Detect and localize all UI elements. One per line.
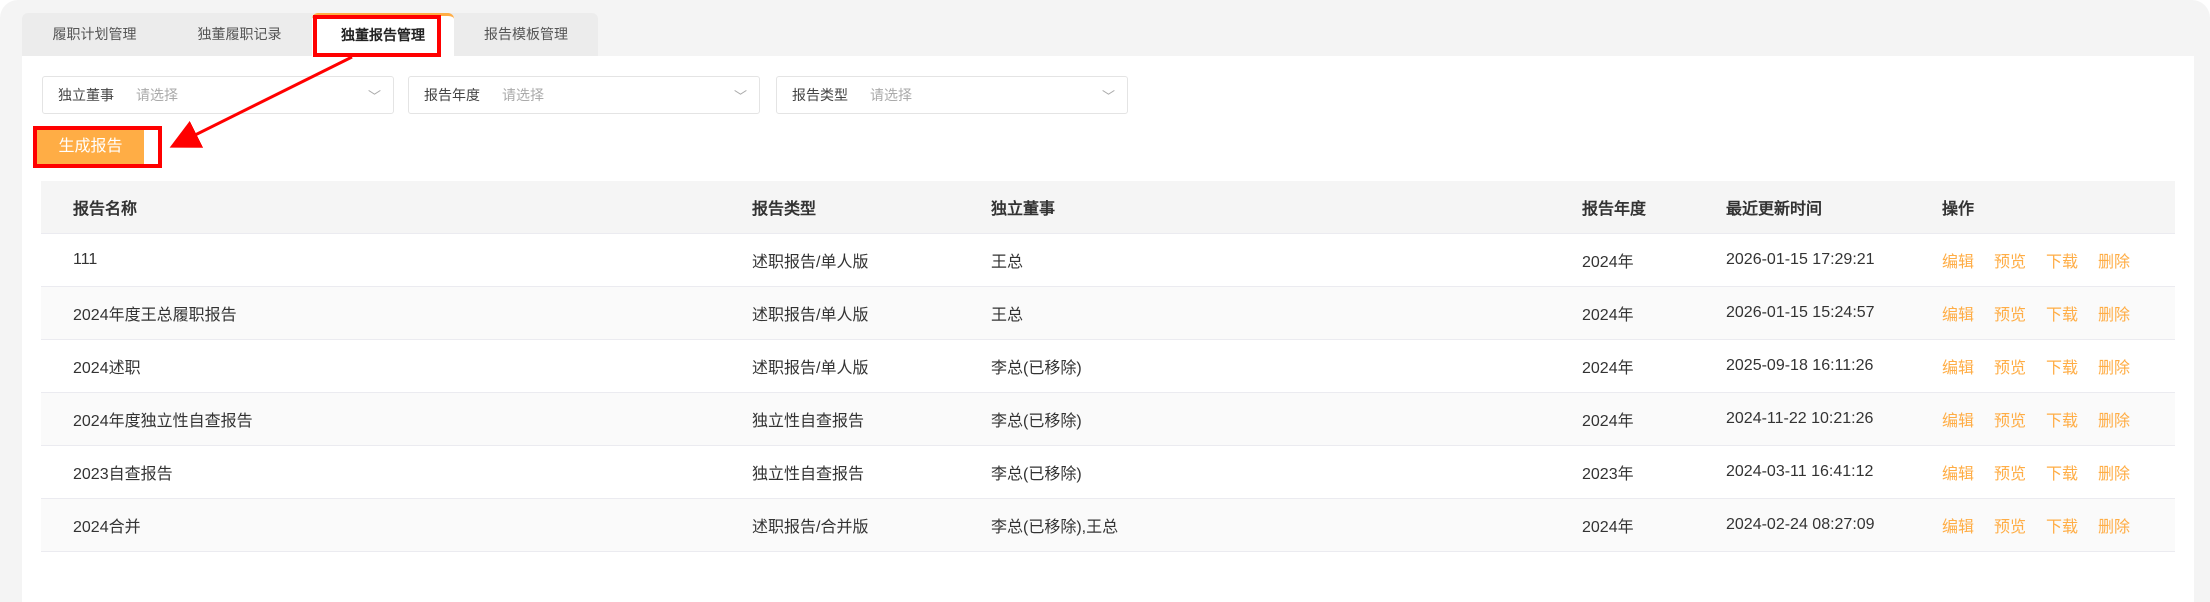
preview-link[interactable]: 预览 [1994, 360, 2026, 377]
page-background: 履职计划管理 独董履职记录 独董报告管理 报告模板管理 独立董事 请选择 ﹀ 报… [0, 0, 2210, 602]
table-row: 2023自查报告 独立性自查报告 李总(已移除) 2023年 2024-03-11 16… [41, 445, 2175, 499]
cell-director: 李总(已移除) [991, 339, 1582, 393]
cell-updated: 2026-01-15 15:24:57 [1726, 286, 1942, 340]
header-name: 报告名称 [41, 181, 752, 234]
cell-director: 李总(已移除),王总 [991, 498, 1582, 552]
download-link[interactable]: 下载 [2046, 254, 2078, 271]
header-type: 报告类型 [752, 181, 991, 234]
table-row: 2024年度王总履职报告 述职报告/单人版 王总 2024年 2026-01-15 15… [41, 286, 2175, 340]
cell-name: 111 [41, 233, 752, 287]
cell-type: 述职报告/合并版 [752, 498, 991, 552]
table-row: 111 述职报告/单人版 王总 2024年 2026-01-15 17:29:21 编辑 预… [41, 233, 2175, 287]
edit-link[interactable]: 编辑 [1942, 519, 1974, 536]
filter-label: 报告年度 [424, 87, 480, 103]
cell-actions: 编辑 预览 下载 删除 [1942, 498, 2175, 552]
delete-link[interactable]: 删除 [2098, 413, 2130, 430]
cell-name: 2024述职 [41, 339, 752, 393]
chevron-down-icon: ﹀ [733, 89, 747, 104]
preview-link[interactable]: 预览 [1994, 519, 2026, 536]
chevron-down-icon: ﹀ [367, 89, 381, 104]
header-actions: 操作 [1942, 181, 2175, 234]
cell-year: 2024年 [1582, 392, 1726, 446]
preview-link[interactable]: 预览 [1994, 254, 2026, 271]
cell-actions: 编辑 预览 下载 删除 [1942, 392, 2175, 446]
cell-director: 李总(已移除) [991, 445, 1582, 499]
edit-link[interactable]: 编辑 [1942, 254, 1974, 271]
report-table: 报告名称 报告类型 独立董事 报告年度 最近更新时间 操作 111 述职报告/单人… [41, 181, 2175, 552]
edit-link[interactable]: 编辑 [1942, 360, 1974, 377]
cell-type: 述职报告/单人版 [752, 339, 991, 393]
filter-placeholder: 请选择 [502, 87, 544, 103]
cell-updated: 2024-03-11 16:41:12 [1726, 445, 1942, 499]
download-link[interactable]: 下载 [2046, 307, 2078, 324]
cell-updated: 2026-01-15 17:29:21 [1726, 233, 1942, 287]
tab-duty-records[interactable]: 独董履职记录 [167, 13, 312, 56]
delete-link[interactable]: 删除 [2098, 360, 2130, 377]
tab-report-management[interactable]: 独董报告管理 [312, 13, 454, 56]
cell-year: 2024年 [1582, 339, 1726, 393]
cell-actions: 编辑 预览 下载 删除 [1942, 445, 2175, 499]
preview-link[interactable]: 预览 [1994, 466, 2026, 483]
table-row: 2024述职 述职报告/单人版 李总(已移除) 2024年 2025-09-18 16:… [41, 339, 2175, 393]
cell-name: 2024年度独立性自查报告 [41, 392, 752, 446]
tab-template-management[interactable]: 报告模板管理 [454, 13, 598, 56]
delete-link[interactable]: 删除 [2098, 466, 2130, 483]
header-director: 独立董事 [991, 181, 1582, 234]
tab-bar: 履职计划管理 独董履职记录 独董报告管理 报告模板管理 [22, 13, 598, 56]
cell-updated: 2024-02-24 08:27:09 [1726, 498, 1942, 552]
tab-plan-management[interactable]: 履职计划管理 [22, 13, 167, 56]
download-link[interactable]: 下载 [2046, 360, 2078, 377]
header-updated: 最近更新时间 [1726, 181, 1942, 234]
filter-placeholder: 请选择 [870, 87, 912, 103]
download-link[interactable]: 下载 [2046, 519, 2078, 536]
cell-actions: 编辑 预览 下载 删除 [1942, 339, 2175, 393]
cell-year: 2024年 [1582, 233, 1726, 287]
header-year: 报告年度 [1582, 181, 1726, 234]
chevron-down-icon: ﹀ [1101, 89, 1115, 104]
type-select[interactable]: 报告类型 请选择 ﹀ [776, 76, 1128, 114]
cell-actions: 编辑 预览 下载 删除 [1942, 286, 2175, 340]
preview-link[interactable]: 预览 [1994, 307, 2026, 324]
cell-year: 2024年 [1582, 286, 1726, 340]
generate-report-button[interactable]: 生成报告 [37, 127, 150, 167]
cell-director: 李总(已移除) [991, 392, 1582, 446]
download-link[interactable]: 下载 [2046, 413, 2078, 430]
cell-type: 述职报告/单人版 [752, 286, 991, 340]
delete-link[interactable]: 删除 [2098, 307, 2130, 324]
download-link[interactable]: 下载 [2046, 466, 2078, 483]
cell-updated: 2024-11-22 10:21:26 [1726, 392, 1942, 446]
cell-name: 2023自查报告 [41, 445, 752, 499]
filter-label: 独立董事 [58, 87, 114, 103]
filter-label: 报告类型 [792, 87, 848, 103]
table-header: 报告名称 报告类型 独立董事 报告年度 最近更新时间 操作 [41, 181, 2175, 234]
cell-type: 独立性自查报告 [752, 392, 991, 446]
year-select[interactable]: 报告年度 请选择 ﹀ [408, 76, 760, 114]
content-card: 独立董事 请选择 ﹀ 报告年度 请选择 ﹀ 报告类型 请选择 ﹀ 生成报告 报告… [22, 56, 2194, 602]
cell-name: 2024合并 [41, 498, 752, 552]
filter-placeholder: 请选择 [136, 87, 178, 103]
edit-link[interactable]: 编辑 [1942, 307, 1974, 324]
table-row: 2024年度独立性自查报告 独立性自查报告 李总(已移除) 2024年 2024-11-… [41, 392, 2175, 446]
cell-type: 独立性自查报告 [752, 445, 991, 499]
delete-link[interactable]: 删除 [2098, 254, 2130, 271]
edit-link[interactable]: 编辑 [1942, 466, 1974, 483]
cell-director: 王总 [991, 286, 1582, 340]
table-row: 2024合并 述职报告/合并版 李总(已移除),王总 2024年 2024-02-24 … [41, 498, 2175, 552]
cell-year: 2023年 [1582, 445, 1726, 499]
edit-link[interactable]: 编辑 [1942, 413, 1974, 430]
preview-link[interactable]: 预览 [1994, 413, 2026, 430]
cell-updated: 2025-09-18 16:11:26 [1726, 339, 1942, 393]
cell-year: 2024年 [1582, 498, 1726, 552]
cell-actions: 编辑 预览 下载 删除 [1942, 233, 2175, 287]
delete-link[interactable]: 删除 [2098, 519, 2130, 536]
cell-name: 2024年度王总履职报告 [41, 286, 752, 340]
cell-type: 述职报告/单人版 [752, 233, 991, 287]
director-select[interactable]: 独立董事 请选择 ﹀ [42, 76, 394, 114]
cell-director: 王总 [991, 233, 1582, 287]
